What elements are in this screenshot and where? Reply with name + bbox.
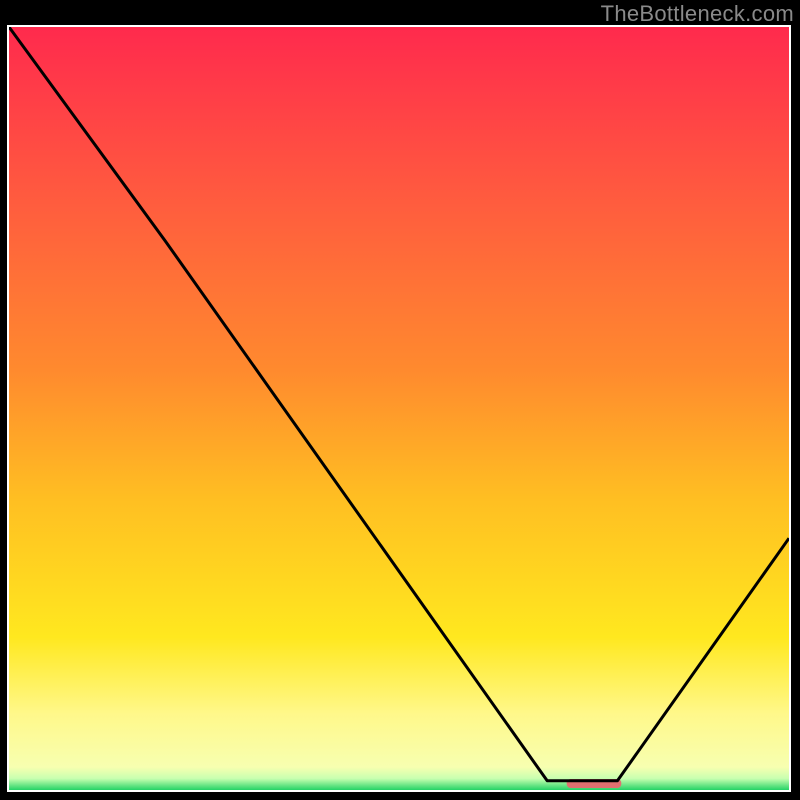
plot-svg <box>9 27 789 790</box>
gradient-rect <box>9 27 789 790</box>
bottleneck-plot <box>9 27 789 790</box>
watermark-text: TheBottleneck.com <box>601 1 794 27</box>
bottom-border <box>7 792 791 794</box>
